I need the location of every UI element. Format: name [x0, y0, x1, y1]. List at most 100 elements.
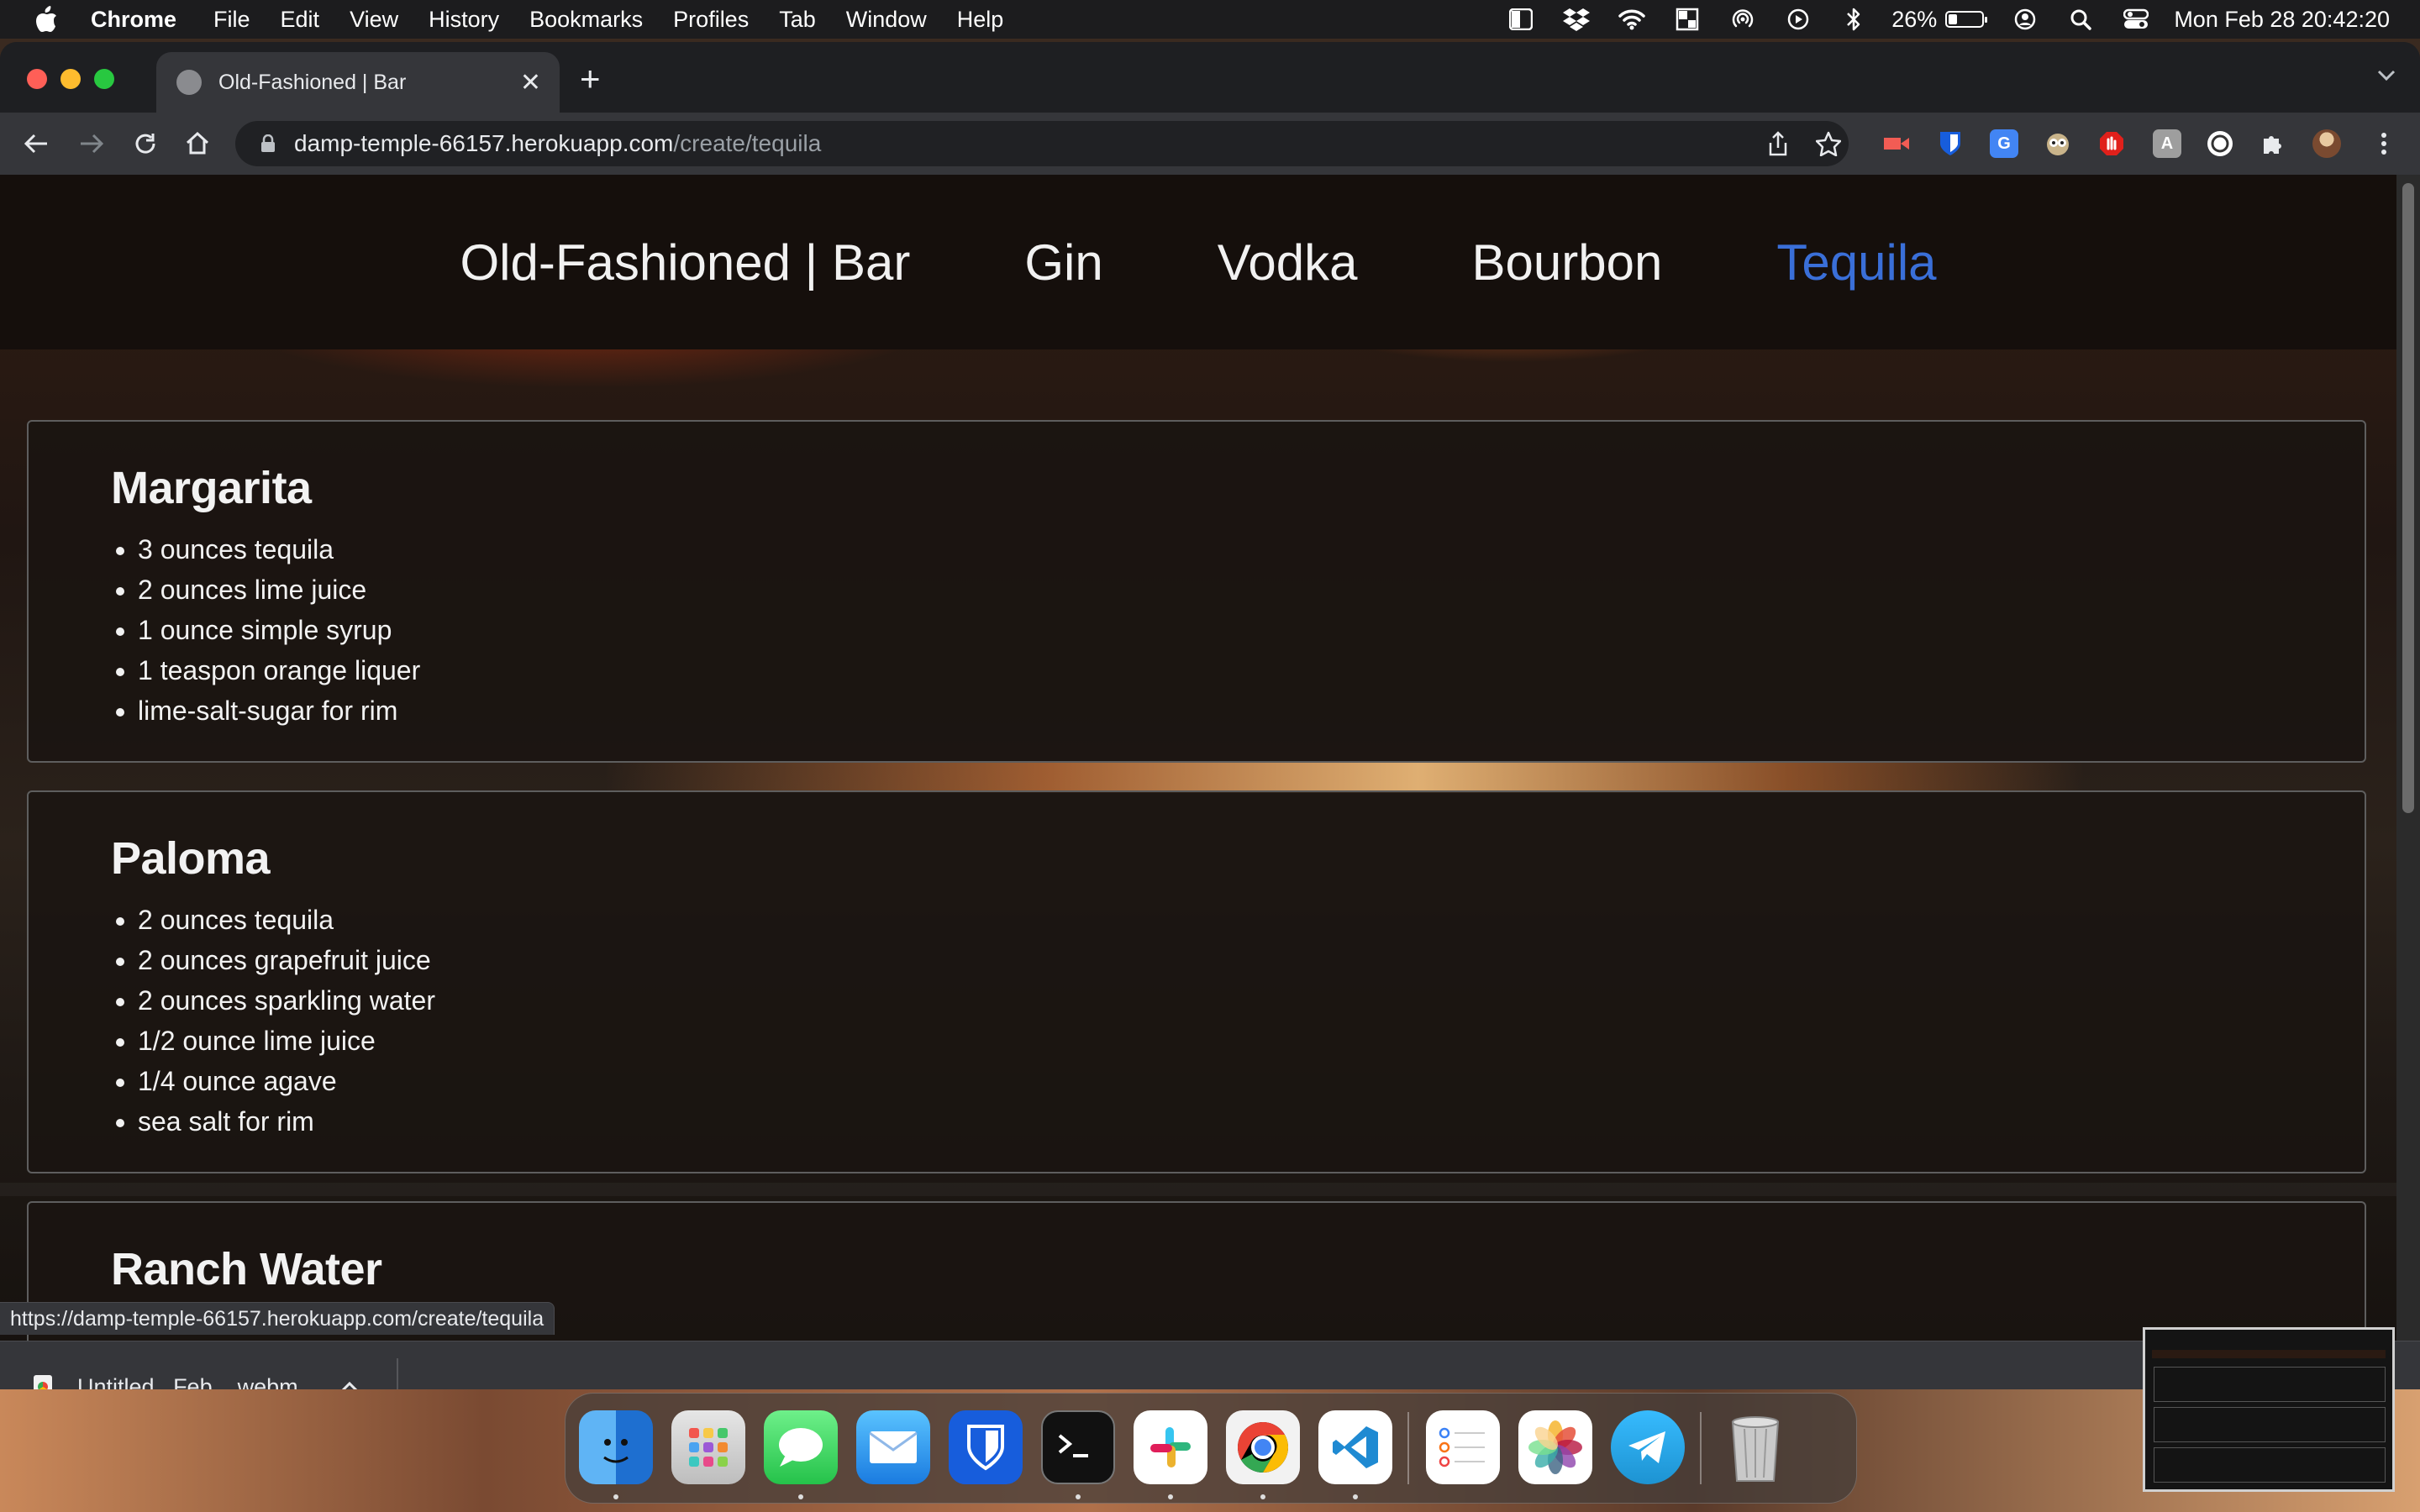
- macos-dock: [565, 1393, 1857, 1504]
- download-item[interactable]: Untitled_ Feb....webm: [34, 1341, 359, 1389]
- window-manager-icon[interactable]: [1673, 5, 1702, 34]
- dropbox-icon[interactable]: [1562, 5, 1591, 34]
- google-translate-icon[interactable]: G: [1990, 129, 2018, 158]
- launchpad-icon[interactable]: [671, 1410, 745, 1484]
- menu-view[interactable]: View: [350, 7, 398, 33]
- airdrop-icon[interactable]: [1728, 5, 1757, 34]
- nav-link-gin[interactable]: Gin: [1024, 234, 1102, 291]
- close-tab-icon[interactable]: ✕: [520, 68, 541, 97]
- running-indicator: [798, 1494, 803, 1499]
- menu-history[interactable]: History: [429, 7, 499, 33]
- download-shelf: Untitled_ Feb....webm: [0, 1341, 2420, 1389]
- profile-avatar-icon[interactable]: [2312, 129, 2341, 158]
- nav-link-bourbon[interactable]: Bourbon: [1472, 234, 1663, 291]
- bitwarden-extension-icon[interactable]: [1936, 129, 1965, 158]
- apple-icon[interactable]: [32, 5, 60, 34]
- circle-extension-icon[interactable]: [2205, 129, 2233, 158]
- minimize-window-button[interactable]: [60, 69, 81, 89]
- menu-help[interactable]: Help: [957, 7, 1004, 33]
- vscode-icon[interactable]: [1318, 1410, 1392, 1484]
- trash-icon[interactable]: [1718, 1410, 1792, 1484]
- dock-divider: [1700, 1412, 1702, 1484]
- menu-profiles[interactable]: Profiles: [673, 7, 749, 33]
- chrome-window: Old-Fashioned | Bar ✕ + damp-temple-6615…: [0, 42, 2420, 1389]
- nav-link-tequila[interactable]: Tequila: [1776, 234, 1936, 291]
- running-indicator: [613, 1494, 618, 1499]
- recipe-card-margarita: Margarita 3 ounces tequila 2 ounces lime…: [27, 420, 2366, 763]
- new-tab-button[interactable]: +: [580, 59, 601, 99]
- ingredient-item: 2 ounces lime juice: [138, 570, 2365, 610]
- scrollbar-thumb[interactable]: [2402, 183, 2414, 813]
- recipe-title: Margarita: [111, 463, 312, 513]
- menu-file[interactable]: File: [213, 7, 250, 33]
- home-button[interactable]: [180, 126, 215, 161]
- extensions-puzzle-icon[interactable]: [2259, 129, 2287, 158]
- thumbnail-card: [2154, 1407, 2386, 1442]
- menu-bookmarks[interactable]: Bookmarks: [529, 7, 643, 33]
- browser-tab[interactable]: Old-Fashioned | Bar ✕: [156, 52, 560, 113]
- control-center-icon[interactable]: [2122, 5, 2150, 34]
- forward-button[interactable]: [74, 126, 109, 161]
- site-brand-link[interactable]: Old-Fashioned | Bar: [460, 234, 910, 291]
- bookmark-star-icon[interactable]: [1815, 130, 1842, 157]
- menubar-clock[interactable]: Mon Feb 28 20:42:20: [2174, 7, 2390, 33]
- share-icon[interactable]: [1765, 130, 1791, 157]
- link-status-bubble: https://damp-temple-66157.herokuapp.com/…: [0, 1302, 555, 1335]
- bitwarden-icon[interactable]: [949, 1410, 1023, 1484]
- tab-search-chevron-icon[interactable]: [2376, 62, 2396, 88]
- running-indicator: [1168, 1494, 1173, 1499]
- adblock-extension-icon[interactable]: [2097, 129, 2126, 158]
- mail-icon[interactable]: [856, 1410, 930, 1484]
- running-indicator: [1260, 1494, 1265, 1499]
- ingredient-item: 1 teaspon orange liquer: [138, 650, 2365, 690]
- divider: [397, 1358, 398, 1389]
- battery-percent: 26%: [1891, 6, 1938, 32]
- wifi-icon[interactable]: [1618, 5, 1646, 34]
- ingredient-item: 1/4 ounce agave: [138, 1061, 2365, 1101]
- page-scrollbar[interactable]: [2396, 175, 2420, 1389]
- ingredient-item: 1 ounce simple syrup: [138, 610, 2365, 650]
- background-shelf: [0, 1183, 2396, 1196]
- address-bar[interactable]: damp-temple-66157.herokuapp.com/create/t…: [235, 121, 1849, 166]
- ingredient-item: lime-salt-sugar for rim: [138, 690, 2365, 731]
- sidebar-icon[interactable]: [1507, 5, 1535, 34]
- nav-link-vodka[interactable]: Vodka: [1218, 234, 1358, 291]
- lock-icon[interactable]: [260, 134, 276, 153]
- slack-icon[interactable]: [1134, 1410, 1207, 1484]
- reminders-icon[interactable]: [1426, 1410, 1500, 1484]
- back-button[interactable]: [18, 126, 54, 161]
- photos-icon[interactable]: [1518, 1410, 1592, 1484]
- ingredient-list: 2 ounces tequila 2 ounces grapefruit jui…: [111, 900, 2365, 1142]
- owl-extension-icon[interactable]: [2044, 129, 2072, 158]
- spotlight-search-icon[interactable]: [2066, 5, 2095, 34]
- screencast-extension-icon[interactable]: [1882, 129, 1911, 158]
- ingredient-item: 3 ounces tequila: [138, 529, 2365, 570]
- finder-icon[interactable]: [579, 1410, 653, 1484]
- reload-button[interactable]: [128, 126, 163, 161]
- close-window-button[interactable]: [27, 69, 47, 89]
- menu-tab[interactable]: Tab: [779, 7, 816, 33]
- file-icon: [34, 1375, 52, 1389]
- bar-background-image: [605, 763, 2084, 793]
- menu-app-name[interactable]: Chrome: [91, 7, 176, 33]
- ingredient-item: 2 ounces grapefruit juice: [138, 940, 2365, 980]
- web-page: Old-Fashioned | Bar Gin Vodka Bourbon Te…: [0, 175, 2396, 1389]
- screen-recording-thumbnail[interactable]: [2143, 1327, 2395, 1492]
- browser-toolbar: damp-temple-66157.herokuapp.com/create/t…: [0, 113, 2420, 175]
- gray-extension-icon[interactable]: A: [2153, 129, 2181, 158]
- chrome-menu-icon[interactable]: [2370, 129, 2398, 158]
- terminal-icon[interactable]: [1041, 1410, 1115, 1484]
- bluetooth-icon[interactable]: [1839, 5, 1868, 34]
- zoom-window-button[interactable]: [94, 69, 114, 89]
- chrome-icon[interactable]: [1226, 1410, 1300, 1484]
- user-account-icon[interactable]: [2011, 5, 2039, 34]
- chevron-up-icon[interactable]: [340, 1381, 359, 1389]
- telegram-icon[interactable]: [1611, 1410, 1685, 1484]
- ingredient-list: 3 ounces tequila 2 ounces lime juice 1 o…: [111, 529, 2365, 731]
- play-circle-icon[interactable]: [1784, 5, 1812, 34]
- menu-window[interactable]: Window: [846, 7, 927, 33]
- menu-edit[interactable]: Edit: [281, 7, 320, 33]
- battery-icon[interactable]: [1945, 11, 1988, 28]
- url-text: damp-temple-66157.herokuapp.com/create/t…: [294, 130, 822, 156]
- messages-icon[interactable]: [764, 1410, 838, 1484]
